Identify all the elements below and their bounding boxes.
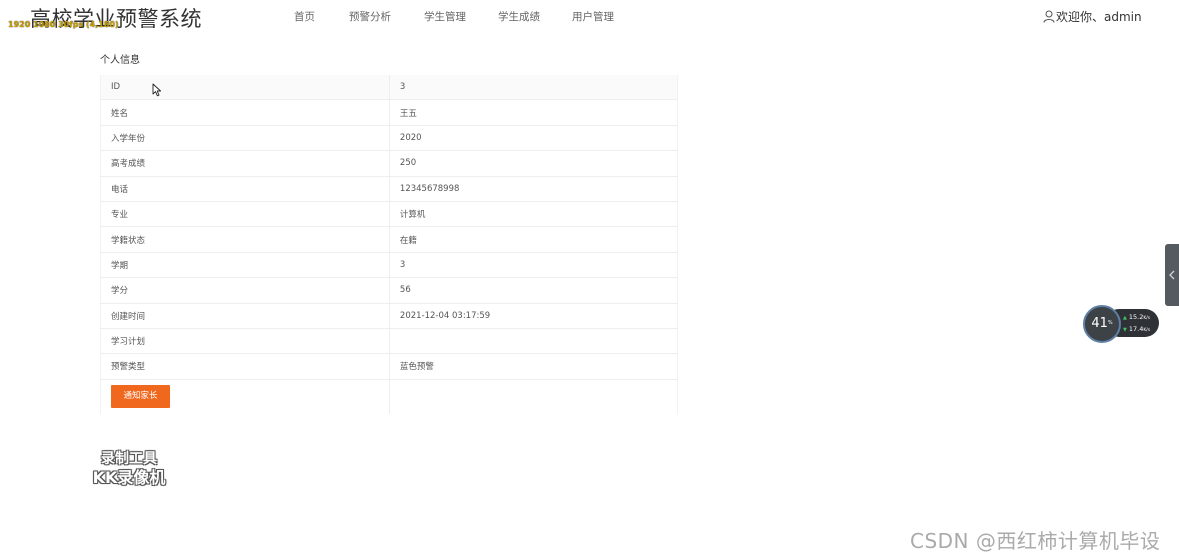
table-row: 学分 56: [100, 277, 679, 304]
table-row: 姓名 王五: [100, 99, 679, 126]
row-label-enrollment-year: 入学年份: [100, 125, 390, 152]
row-label-name: 姓名: [100, 99, 390, 126]
table-row: 高考成绩 250: [100, 150, 679, 177]
row-value-id: 3: [389, 75, 679, 101]
row-label-warning-type: 预警类型: [100, 353, 390, 380]
row-label-credits: 学分: [100, 277, 390, 304]
row-label-study-plan: 学习计划: [100, 328, 390, 355]
table-row: 学习计划: [100, 328, 679, 355]
row-value-enrollment-status: 在籍: [389, 226, 679, 253]
nav-item-student-management[interactable]: 学生管理: [424, 9, 466, 24]
row-label-id: ID: [100, 75, 390, 101]
mouse-cursor-icon: [152, 83, 162, 97]
row-value-semester: 3: [389, 252, 679, 279]
row-value-study-plan: [389, 328, 679, 355]
action-cell: 通知家长: [100, 379, 390, 414]
table-row: 电话 12345678998: [100, 176, 679, 202]
table-row-actions: 通知家长: [100, 379, 679, 414]
upload-arrow-icon: ▲: [1123, 315, 1127, 321]
table-row: ID 3: [100, 75, 679, 101]
nav-item-user-management[interactable]: 用户管理: [572, 9, 614, 24]
table-row: 专业 计算机: [100, 201, 679, 228]
section-title: 个人信息: [100, 55, 140, 66]
download-arrow-icon: ▼: [1123, 327, 1127, 333]
download-speed: ▼ 17.4K/s: [1123, 325, 1151, 333]
chevron-left-icon: [1169, 270, 1175, 280]
table-row: 学期 3: [100, 252, 679, 279]
row-value-name: 王五: [389, 99, 679, 126]
row-value-enrollment-year: 2020: [389, 125, 679, 152]
nav-item-warning-analysis[interactable]: 预警分析: [349, 9, 391, 24]
nav-item-home[interactable]: 首页: [294, 9, 315, 24]
user-menu[interactable]: 欢迎你、admin: [1043, 8, 1142, 25]
row-value-major: 计算机: [389, 201, 679, 228]
table-row: 创建时间 2021-12-04 03:17:59: [100, 303, 679, 329]
personal-info-table: ID 3 姓名 王五 入学年份 2020 高考成绩 250 电话 1234567…: [100, 75, 679, 414]
csdn-watermark: CSDN @西红柿计算机毕设: [910, 529, 1161, 553]
row-label-exam-score: 高考成绩: [100, 150, 390, 177]
row-value-warning-type: 蓝色预警: [389, 353, 679, 380]
row-label-phone: 电话: [100, 176, 390, 202]
main-nav: 首页 预警分析 学生管理 学生成绩 用户管理: [0, 9, 1179, 25]
row-label-semester: 学期: [100, 252, 390, 279]
table-row: 学籍状态 在籍: [100, 226, 679, 253]
user-icon: [1043, 10, 1055, 23]
notify-parent-button[interactable]: 通知家长: [111, 385, 170, 409]
row-value-created-time: 2021-12-04 03:17:59: [389, 303, 679, 329]
empty-cell: [389, 379, 679, 414]
network-speed-widget[interactable]: 41% ▲ 15.2K/s ▼ 17.4K/s: [1083, 305, 1159, 343]
row-value-exam-score: 250: [389, 150, 679, 177]
row-label-created-time: 创建时间: [100, 303, 390, 329]
table-row: 入学年份 2020: [100, 125, 679, 152]
user-greeting: 欢迎你、admin: [1056, 10, 1142, 24]
nav-item-student-grades[interactable]: 学生成绩: [498, 9, 540, 24]
row-value-phone: 12345678998: [389, 176, 679, 202]
row-label-major: 专业: [100, 201, 390, 228]
row-value-credits: 56: [389, 277, 679, 304]
table-row: 预警类型 蓝色预警: [100, 353, 679, 380]
recorder-watermark: 录制工具 KK录像机: [92, 451, 166, 487]
side-drawer-tab[interactable]: [1165, 244, 1179, 306]
usage-percent-circle: 41%: [1083, 305, 1121, 343]
row-label-enrollment-status: 学籍状态: [100, 226, 390, 253]
upload-speed: ▲ 15.2K/s: [1123, 313, 1151, 321]
